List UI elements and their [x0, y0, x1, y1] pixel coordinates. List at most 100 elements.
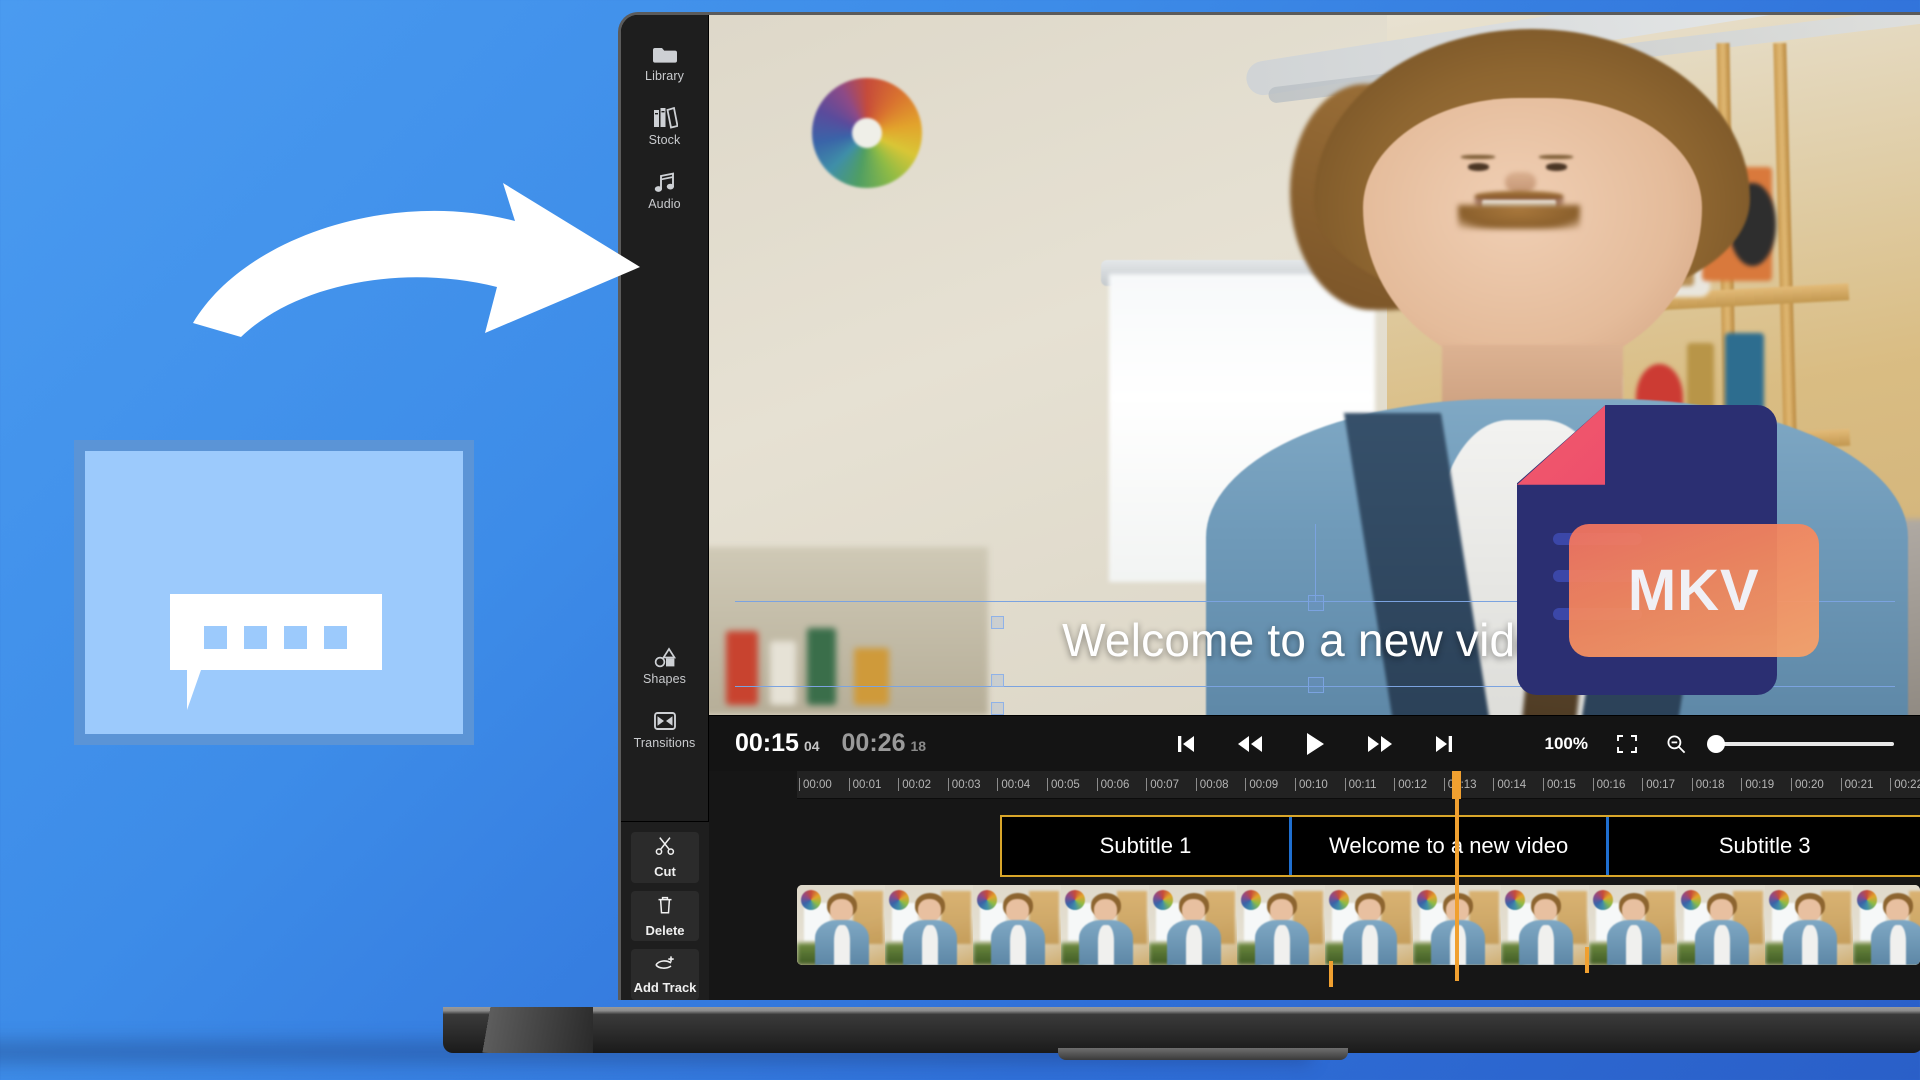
zoom-slider[interactable] — [1714, 742, 1894, 746]
ruler-tick-label: 00:17 — [1646, 779, 1675, 791]
video-filmstrip[interactable] — [797, 885, 1920, 965]
timeline-tool-column: Cut Delete — [621, 821, 709, 1000]
ruler-tick-label: 00:08 — [1200, 779, 1229, 791]
ruler-tick: 00:05 — [1047, 771, 1080, 798]
ruler-tick-label: 00:07 — [1150, 779, 1179, 791]
text-overlay-guide-line — [1315, 524, 1316, 602]
editor-main-column: MKV Welcome to a new video — [709, 15, 1920, 1000]
ruler-tick-label: 00:12 — [1398, 779, 1427, 791]
ruler-tick-label: 00:19 — [1745, 779, 1774, 791]
ruler-tick: 00:00 — [799, 771, 832, 798]
filmstrip-thumbnail[interactable] — [1237, 885, 1325, 965]
add-track-label: Add Track — [634, 980, 697, 995]
laptop-mockup: Library Stock — [618, 12, 1920, 1012]
ruler-tick: 00:21 — [1841, 771, 1874, 798]
cut-button[interactable]: Cut — [631, 832, 699, 883]
books-icon — [652, 103, 678, 129]
filmstrip-thumbnail[interactable] — [1149, 885, 1237, 965]
selection-handle-left-bottom[interactable] — [991, 702, 1004, 715]
filmstrip-thumbnail[interactable] — [1501, 885, 1589, 965]
filmstrip-thumbnail[interactable] — [797, 885, 885, 965]
zoom-out-magnifier-icon[interactable] — [1666, 734, 1686, 754]
speech-bubble-tail — [187, 670, 227, 710]
rewind-button[interactable] — [1237, 734, 1263, 754]
speech-bubble-dots — [170, 626, 382, 649]
filmstrip-thumbnail[interactable] — [973, 885, 1061, 965]
current-frames: 04 — [804, 738, 820, 754]
mkv-file-icon: MKV — [1517, 405, 1777, 695]
add-track-button[interactable]: Add Track — [631, 949, 699, 1000]
ruler-tick: 00:18 — [1692, 771, 1725, 798]
delete-label: Delete — [645, 923, 684, 938]
ruler-tick: 00:22 — [1890, 771, 1920, 798]
ruler-tick-label: 00:16 — [1597, 779, 1626, 791]
ruler-tick: 00:17 — [1642, 771, 1675, 798]
ruler-tick: 00:14 — [1493, 771, 1526, 798]
ruler-tick-label: 00:22 — [1894, 779, 1920, 791]
video-track[interactable] — [797, 885, 1920, 965]
ruler-tick: 00:11 — [1345, 771, 1377, 798]
subtitle-clip[interactable]: Welcome to a new video — [1292, 817, 1609, 875]
ruler-tick: 00:09 — [1245, 771, 1278, 798]
subtitle-clip-group[interactable]: Subtitle 1Welcome to a new videoSubtitle… — [1000, 815, 1920, 877]
ruler-tick: 00:01 — [849, 771, 882, 798]
total-frames: 18 — [910, 738, 926, 754]
ruler-tick-label: 00:10 — [1299, 779, 1328, 791]
sidebar-label-shapes: Shapes — [643, 672, 686, 686]
curved-arrow-icon — [185, 175, 665, 375]
subtitle-track[interactable]: Subtitle 1Welcome to a new videoSubtitle… — [797, 815, 1920, 877]
filmstrip-thumbnail[interactable] — [1765, 885, 1853, 965]
selection-handle-left-mid[interactable] — [991, 674, 1004, 687]
ruler-tick-label: 00:02 — [902, 779, 931, 791]
selection-handle-left-top[interactable] — [991, 616, 1004, 629]
video-preview[interactable]: MKV Welcome to a new video — [709, 15, 1920, 715]
filmstrip-thumbnail[interactable] — [1677, 885, 1765, 965]
sidebar-label-library: Library — [645, 69, 684, 83]
laptop-base — [443, 1007, 1920, 1053]
filmstrip-thumbnail[interactable] — [1325, 885, 1413, 965]
cut-label: Cut — [654, 864, 676, 879]
ruler-tick: 00:20 — [1791, 771, 1824, 798]
playhead-ruler-marker[interactable] — [1452, 771, 1461, 799]
filmstrip-thumbnail[interactable] — [1589, 885, 1677, 965]
ruler-tick: 00:03 — [948, 771, 981, 798]
trash-icon — [656, 895, 674, 920]
ruler-tick-label: 00:09 — [1249, 779, 1278, 791]
filmstrip-thumbnail[interactable] — [1061, 885, 1149, 965]
sidebar-item-library[interactable]: Library — [621, 29, 708, 93]
fullscreen-brackets-icon[interactable] — [1616, 734, 1638, 754]
ruler-tick-label: 00:04 — [1001, 779, 1030, 791]
timeline-playhead[interactable] — [1455, 799, 1459, 981]
sidebar-item-stock[interactable]: Stock — [621, 93, 708, 157]
mkv-format-badge: MKV — [1569, 524, 1819, 657]
ruler-tick: 00:12 — [1394, 771, 1427, 798]
timeline-panel[interactable]: 00:0000:0100:0200:0300:0400:0500:0600:07… — [709, 771, 1920, 1000]
sidebar-item-transitions[interactable]: Transitions — [621, 696, 708, 760]
subtitle-clip[interactable]: Subtitle 1 — [1002, 817, 1291, 875]
ruler-tick: 00:16 — [1593, 771, 1626, 798]
preview-overlay-text[interactable]: Welcome to a new video — [1062, 613, 1567, 667]
skip-to-start-button[interactable] — [1177, 734, 1195, 754]
skip-to-end-button[interactable] — [1435, 734, 1453, 754]
subtitle-caption-illustration — [74, 440, 474, 745]
video-editor-app: Library Stock — [621, 15, 1920, 1000]
ruler-tick: 00:15 — [1543, 771, 1576, 798]
play-button[interactable] — [1305, 732, 1325, 756]
folder-icon — [652, 39, 678, 65]
sidebar-label-transitions: Transitions — [634, 736, 696, 750]
fast-forward-button[interactable] — [1367, 734, 1393, 754]
filmstrip-thumbnail[interactable] — [1853, 885, 1920, 965]
zoom-percentage[interactable]: 100% — [1545, 734, 1588, 754]
ruler-tick-label: 00:00 — [803, 779, 832, 791]
ruler-tick: 00:19 — [1741, 771, 1774, 798]
sidebar-item-shapes[interactable]: Shapes — [621, 632, 708, 696]
timeline-ruler[interactable]: 00:0000:0100:0200:0300:0400:0500:0600:07… — [797, 771, 1920, 799]
transitions-icon — [653, 706, 677, 732]
delete-button[interactable]: Delete — [631, 891, 699, 942]
ruler-tick: 00:07 — [1146, 771, 1179, 798]
subtitle-clip[interactable]: Subtitle 3 — [1609, 817, 1920, 875]
playback-control-bar: 00:15 04 00:26 18 — [709, 715, 1920, 771]
ruler-tick-label: 00:15 — [1547, 779, 1576, 791]
zoom-slider-knob[interactable] — [1707, 735, 1725, 753]
filmstrip-thumbnail[interactable] — [885, 885, 973, 965]
